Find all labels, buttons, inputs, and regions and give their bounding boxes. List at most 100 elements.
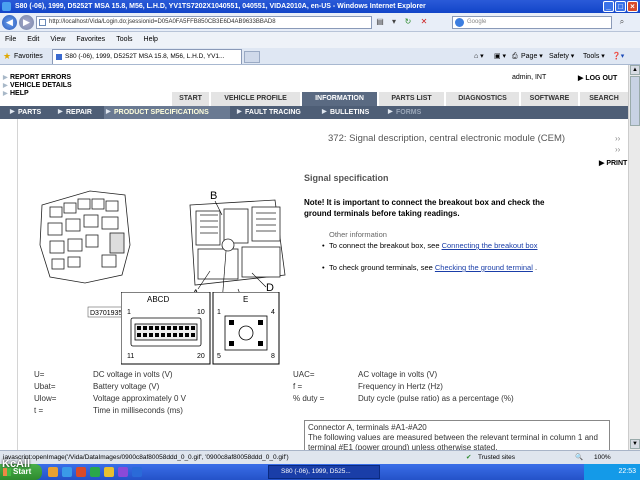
help-icon[interactable]: ❓▾ — [612, 48, 624, 65]
page-icon — [39, 19, 46, 26]
tab-search[interactable]: SEARCH — [579, 92, 628, 106]
def-text: Voltage approximately 0 V — [93, 394, 186, 403]
taskbar-window-button[interactable]: S80 (-06), 1999, D525... — [268, 465, 380, 479]
url-input[interactable]: http://localhost/Vida/Login.do;jsessioni… — [36, 16, 372, 29]
tab-information[interactable]: INFORMATION — [301, 92, 377, 106]
maximize-button[interactable]: □ — [615, 1, 626, 12]
other-info-label: Other information — [329, 230, 387, 239]
subtab-parts[interactable]: ▶ PARTS — [8, 106, 41, 119]
vehicle-details-label: VEHICLE DETAILS — [10, 82, 72, 89]
subtab-forms[interactable]: ▶ FORMS — [386, 106, 421, 119]
print-link[interactable]: ▶ PRINT — [599, 159, 627, 167]
menu-file[interactable]: File — [5, 36, 16, 43]
quicklaunch-icon[interactable] — [118, 467, 128, 477]
clock: 22:53 — [618, 468, 636, 475]
report-errors-link[interactable]: ▶ REPORT ERRORS — [3, 74, 71, 82]
scroll-up-arrow[interactable]: ▲ — [630, 65, 640, 75]
zoom-level[interactable]: 100% — [594, 451, 611, 464]
subtab-product-specifications[interactable]: ▶ PRODUCT SPECIFICATIONS — [104, 106, 230, 119]
def-text: Frequency in Hertz (Hz) — [358, 382, 443, 391]
close-button[interactable]: × — [627, 1, 638, 12]
address-bar-row: ◀ ▶ http://localhost/Vida/Login.do;jsess… — [0, 13, 640, 32]
page-content: ▶ REPORT ERRORS ▶ VEHICLE DETAILS ▶ HELP ad… — [0, 65, 628, 450]
page-menu[interactable]: Page ▾ — [521, 48, 543, 65]
taskbar-item-label: S80 (-06), 1999, D525... — [281, 468, 351, 475]
menu-favorites[interactable]: Favorites — [76, 36, 105, 43]
chevron-icon[interactable]: ›› — [615, 134, 620, 143]
pin-11: 11 — [127, 353, 134, 360]
checking-ground-terminal-link[interactable]: Checking the ground terminal — [435, 263, 533, 272]
quicklaunch-icon[interactable] — [104, 467, 114, 477]
tab-vehicle-profile[interactable]: VEHICLE PROFILE — [210, 92, 300, 106]
menu-bar: File Edit View Favorites Tools Help — [0, 32, 640, 48]
chevron-icon[interactable]: ›› — [615, 145, 620, 154]
subtab-fault-tracing[interactable]: ▶ FAULT TRACING — [235, 106, 301, 119]
bullet-suffix: . — [532, 263, 538, 272]
browser-tab[interactable]: S80 (-06), 1999, D5252T MSA 15.8, M56, L… — [52, 49, 242, 64]
subtab-repair[interactable]: ▶ REPAIR — [56, 106, 92, 119]
def-text: Battery voltage (V) — [93, 382, 160, 391]
def-text: AC voltage in volts (V) — [358, 370, 438, 379]
def-symbol: % duty = — [293, 394, 325, 403]
compat-icon[interactable]: ▤ — [374, 16, 386, 28]
subtab-bulletins[interactable]: ▶ BULLETINS — [320, 106, 369, 119]
connecting-breakout-box-link[interactable]: Connecting the breakout box — [442, 241, 538, 250]
quicklaunch-icon[interactable] — [48, 467, 58, 477]
subtab-parts-label: PARTS — [18, 109, 42, 116]
tab-parts-list[interactable]: PARTS LIST — [378, 92, 444, 106]
pinout-diagrams: ABCD 1 10 11 20 E 1 4 5 8 — [121, 292, 280, 365]
new-tab-button[interactable] — [244, 51, 260, 63]
system-tray: 22:53 — [584, 464, 640, 480]
print-icon[interactable]: ⎙ — [512, 48, 518, 65]
tools-menu[interactable]: Tools ▾ — [583, 48, 605, 65]
vertical-scrollbar[interactable]: ▲ ▼ — [628, 65, 640, 450]
help-link[interactable]: ▶ HELP — [3, 90, 29, 98]
menu-edit[interactable]: Edit — [27, 36, 39, 43]
search-input[interactable]: Google — [452, 16, 612, 29]
quicklaunch-icon[interactable] — [132, 467, 142, 477]
menu-tools[interactable]: Tools — [116, 36, 132, 43]
scroll-thumb[interactable] — [630, 76, 640, 126]
def-symbol: Ubat= — [34, 382, 56, 391]
pin-10: 10 — [197, 309, 205, 316]
home-icon[interactable]: ⌂ ▾ — [474, 48, 484, 65]
subtab-fault-tracing-label: FAULT TRACING — [245, 109, 301, 116]
zone-text: Trusted sites — [478, 454, 515, 461]
dropdown-icon[interactable]: ▾ — [388, 16, 400, 28]
favorites-label: Favorites — [14, 53, 43, 60]
bullet-text: To connect the breakout box, see — [329, 241, 442, 250]
logout-link[interactable]: ▶ LOG OUT — [578, 74, 617, 82]
feeds-icon[interactable]: ▣ ▾ — [494, 48, 506, 65]
triangle-icon: ▶ — [237, 109, 242, 115]
safety-menu[interactable]: Safety ▾ — [549, 48, 574, 65]
arrow-icon: ▶ — [3, 91, 8, 97]
scroll-down-arrow[interactable]: ▼ — [630, 439, 640, 449]
abcd-connector-drawing — [130, 317, 202, 347]
minimize-button[interactable]: _ — [603, 1, 614, 12]
bullet-icon: • — [322, 241, 325, 250]
help-label: HELP — [10, 90, 29, 97]
back-button[interactable]: ◀ — [2, 15, 17, 30]
quicklaunch-icon[interactable] — [76, 467, 86, 477]
tab-diagnostics[interactable]: DIAGNOSTICS — [445, 92, 519, 106]
window-title-bar[interactable]: S80 (-06), 1999, D5252T MSA 15.8, M56, L… — [0, 0, 640, 13]
quicklaunch-icon[interactable] — [62, 467, 72, 477]
vehicle-details-link[interactable]: ▶ VEHICLE DETAILS — [3, 82, 72, 90]
cem-module-drawing — [39, 190, 131, 284]
subtab-forms-label: FORMS — [396, 109, 422, 116]
quicklaunch-icon[interactable] — [90, 467, 100, 477]
logout-label: LOG OUT — [585, 75, 618, 82]
search-icon[interactable]: ⌕ — [616, 16, 628, 28]
menu-help[interactable]: Help — [144, 36, 158, 43]
tab-start[interactable]: START — [171, 92, 209, 106]
def-symbol: U= — [34, 370, 45, 379]
stop-icon[interactable]: ✕ — [418, 16, 430, 28]
forward-button[interactable]: ▶ — [19, 15, 34, 30]
bullet-text: To check ground terminals, see — [329, 263, 435, 272]
def-symbol: UAC= — [293, 370, 315, 379]
tab-software[interactable]: SOFTWARE — [520, 92, 578, 106]
refresh-icon[interactable]: ↻ — [402, 16, 414, 28]
left-divider — [17, 119, 18, 450]
menu-view[interactable]: View — [50, 36, 65, 43]
favorites-button[interactable]: ★ Favorites — [2, 50, 43, 63]
